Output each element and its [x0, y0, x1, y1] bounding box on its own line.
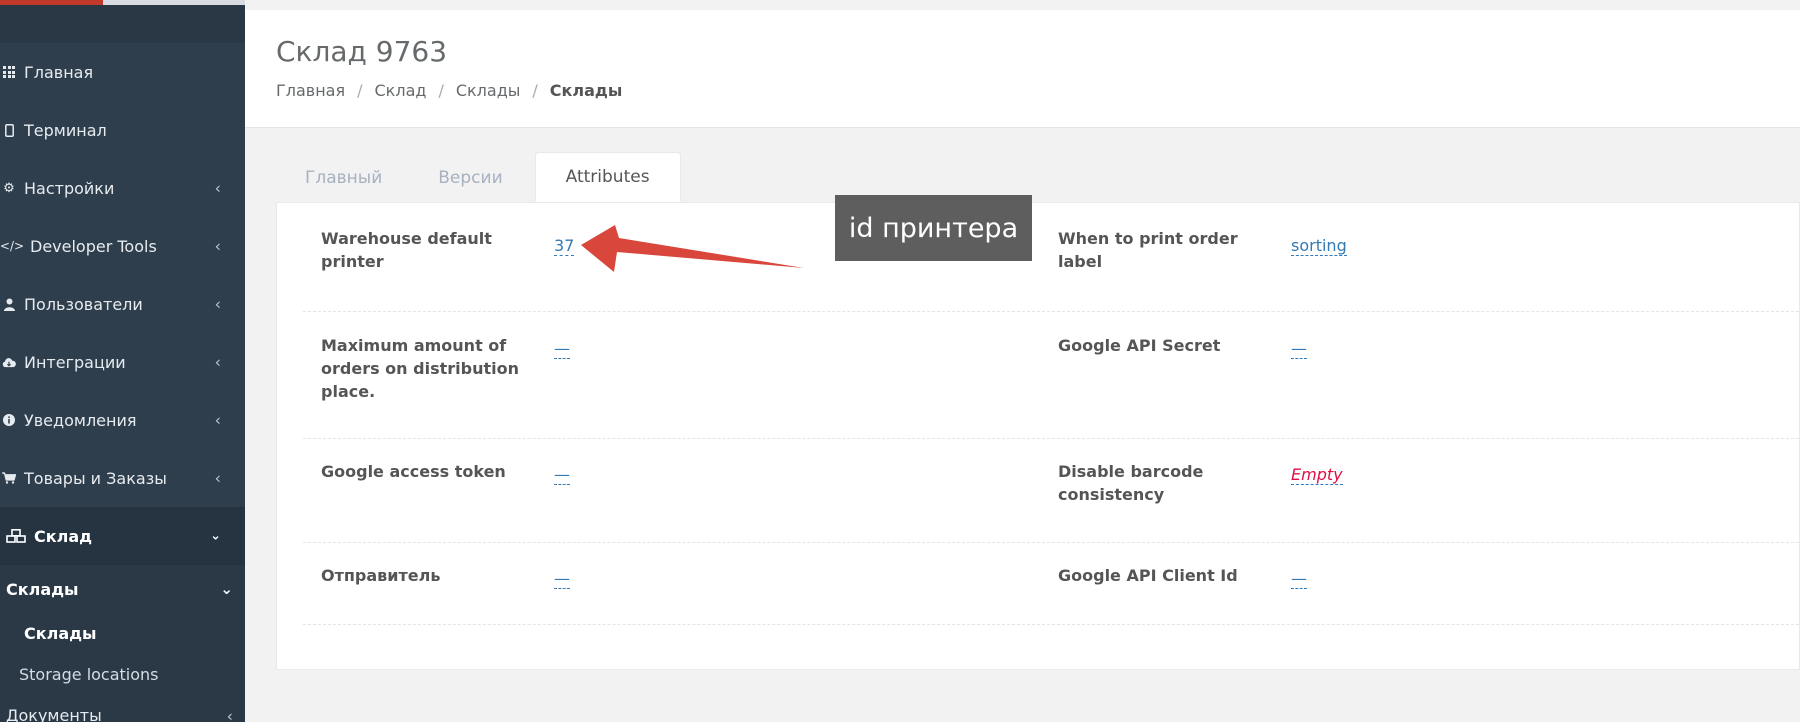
attribute-row: Maximum amount of orders on distribution…: [303, 311, 1799, 439]
top-bar: [245, 0, 1800, 10]
sidebar-item-label: Документы: [6, 706, 102, 722]
attribute-value-google-api-client-id[interactable]: —: [1291, 570, 1307, 589]
breadcrumb-home[interactable]: Главная: [276, 81, 345, 100]
sidebar-item-developer-tools[interactable]: </> Developer Tools ‹: [0, 217, 245, 275]
attribute-label-line: Maximum amount of: [321, 336, 507, 355]
sidebar-item-label: Склад: [34, 526, 93, 546]
tab-main[interactable]: Главный: [277, 154, 410, 202]
attribute-label-line: Google access token: [321, 462, 506, 481]
sidebar-subgroup-warehouses[interactable]: Склады ⌄: [0, 565, 245, 613]
sidebar-item-terminal[interactable]: Терминал: [0, 101, 245, 159]
chevron-left-icon: ‹: [214, 410, 221, 430]
attribute-label-line: consistency: [1058, 485, 1165, 504]
attribute-value-warehouse-default-printer[interactable]: 37: [554, 237, 575, 256]
breadcrumb-separator: /: [357, 81, 363, 100]
attribute-row: Google access token — Disable barcode co…: [303, 438, 1799, 543]
breadcrumb-current: Склады: [549, 81, 623, 100]
attribute-label-line: Google API Secret: [1058, 336, 1221, 355]
sidebar-item-label: Терминал: [24, 120, 107, 140]
sidebar-item-integrations[interactable]: Интеграции ‹: [0, 333, 245, 391]
brand-logo[interactable]: [0, 0, 245, 43]
breadcrumb-warehouse[interactable]: Склад: [375, 81, 427, 100]
attribute-label-line: orders on distribution: [321, 359, 519, 378]
sidebar-item-warehouse[interactable]: Склад ⌄: [0, 507, 245, 565]
annotation-callout: id принтера: [835, 195, 1032, 261]
sidebar-subitem-label: Склады: [24, 624, 97, 643]
attribute-label-disable-barcode-consistency: Disable barcode consistency: [1058, 460, 1203, 506]
sidebar-item-label: Товары и Заказы: [24, 468, 167, 488]
tab-attributes[interactable]: Attributes: [534, 152, 681, 202]
sidebar-item-home[interactable]: Главная: [0, 43, 245, 101]
sidebar-menu: Главная Терминал ⚙ Настройки ‹ </> Devel…: [0, 43, 245, 565]
user-icon: [2, 297, 16, 311]
attribute-value-google-api-secret[interactable]: —: [1291, 340, 1307, 359]
chevron-left-icon: ‹: [214, 468, 221, 488]
sidebar-item-products-orders[interactable]: Товары и Заказы ‹: [0, 449, 245, 507]
cubes-icon: [6, 529, 26, 543]
attribute-label-when-to-print-order-label: When to print order label: [1058, 227, 1238, 273]
sidebar-item-label: Уведомления: [24, 410, 137, 430]
sidebar-item-label: Настройки: [24, 178, 115, 198]
attribute-label-sender: Отправитель: [321, 564, 440, 587]
attribute-label-line: place.: [321, 382, 376, 401]
code-icon: </>: [0, 239, 25, 253]
sidebar-item-users[interactable]: Пользователи ‹: [0, 275, 245, 333]
sidebar-item-label: Главная: [24, 62, 94, 82]
cart-icon: [2, 471, 16, 485]
attribute-label-line: When to print order: [1058, 229, 1238, 248]
sidebar-item-documents[interactable]: Документы ‹: [0, 695, 245, 722]
chevron-left-icon: ‹: [226, 706, 233, 722]
sidebar-subitem-storage-locations[interactable]: Storage locations: [0, 654, 245, 695]
sidebar-item-label: Интеграции: [24, 352, 126, 372]
breadcrumb-separator: /: [532, 81, 538, 100]
chevron-down-icon: ⌄: [210, 528, 221, 544]
attribute-label-google-api-secret: Google API Secret: [1058, 334, 1220, 357]
attribute-row: Warehouse default printer 37 When to pri…: [303, 203, 1799, 312]
attribute-label-line: Warehouse default: [321, 229, 492, 248]
chevron-left-icon: ‹: [214, 294, 221, 314]
chevron-left-icon: ‹: [214, 178, 221, 198]
sidebar-subgroup-label: Склады: [6, 579, 79, 599]
chevron-down-icon: ⌄: [220, 580, 233, 598]
page-title: Склад 9763: [276, 35, 448, 68]
attribute-value-when-to-print-order-label[interactable]: sorting: [1291, 237, 1347, 256]
tab-bar: Главный Версии Attributes: [277, 152, 681, 202]
attribute-value-sender[interactable]: —: [554, 570, 570, 589]
tab-versions[interactable]: Версии: [410, 154, 530, 202]
attribute-label-line: label: [1058, 252, 1103, 271]
sidebar: Главная Терминал ⚙ Настройки ‹ </> Devel…: [0, 0, 245, 722]
page-header: Склад 9763 Главная / Склад / Склады / Ск…: [245, 10, 1800, 128]
chevron-left-icon: ‹: [214, 236, 221, 256]
attribute-row: Отправитель — Google API Client Id —: [303, 542, 1799, 625]
attribute-label-line: Disable barcode: [1058, 462, 1204, 481]
attribute-label-line: Отправитель: [321, 566, 441, 585]
sidebar-subitem-label: Storage locations: [19, 665, 159, 684]
attribute-label-warehouse-default-printer: Warehouse default printer: [321, 227, 492, 273]
breadcrumb-separator: /: [438, 81, 444, 100]
sidebar-submenu-warehouse: Склады ⌄ Склады Storage locations Докуме…: [0, 565, 245, 722]
attribute-label-max-orders-distribution: Maximum amount of orders on distribution…: [321, 334, 519, 403]
attribute-label-google-access-token: Google access token: [321, 460, 506, 483]
tablet-icon: [2, 123, 16, 137]
attribute-label-google-api-client-id: Google API Client Id: [1058, 564, 1238, 587]
sidebar-item-label: Developer Tools: [30, 236, 157, 256]
attribute-label-line: printer: [321, 252, 384, 271]
cloud-icon: [2, 355, 16, 369]
attribute-label-line: Google API Client Id: [1058, 566, 1238, 585]
gear-icon: ⚙: [3, 180, 15, 196]
attribute-value-disable-barcode-consistency[interactable]: Empty: [1291, 466, 1343, 485]
sidebar-item-notifications[interactable]: Уведомления ‹: [0, 391, 245, 449]
sidebar-item-settings[interactable]: ⚙ Настройки ‹: [0, 159, 245, 217]
grid-icon: [2, 65, 16, 79]
breadcrumb-warehouses[interactable]: Склады: [456, 81, 521, 100]
breadcrumb: Главная / Склад / Склады / Склады: [276, 81, 622, 100]
sidebar-item-label: Пользователи: [24, 294, 143, 314]
attribute-value-max-orders-distribution[interactable]: —: [554, 340, 570, 359]
info-icon: [2, 413, 16, 427]
chevron-left-icon: ‹: [214, 352, 221, 372]
attribute-value-google-access-token[interactable]: —: [554, 466, 570, 485]
attributes-panel: Warehouse default printer 37 When to pri…: [276, 202, 1800, 670]
sidebar-subitem-warehouses[interactable]: Склады: [0, 613, 245, 654]
